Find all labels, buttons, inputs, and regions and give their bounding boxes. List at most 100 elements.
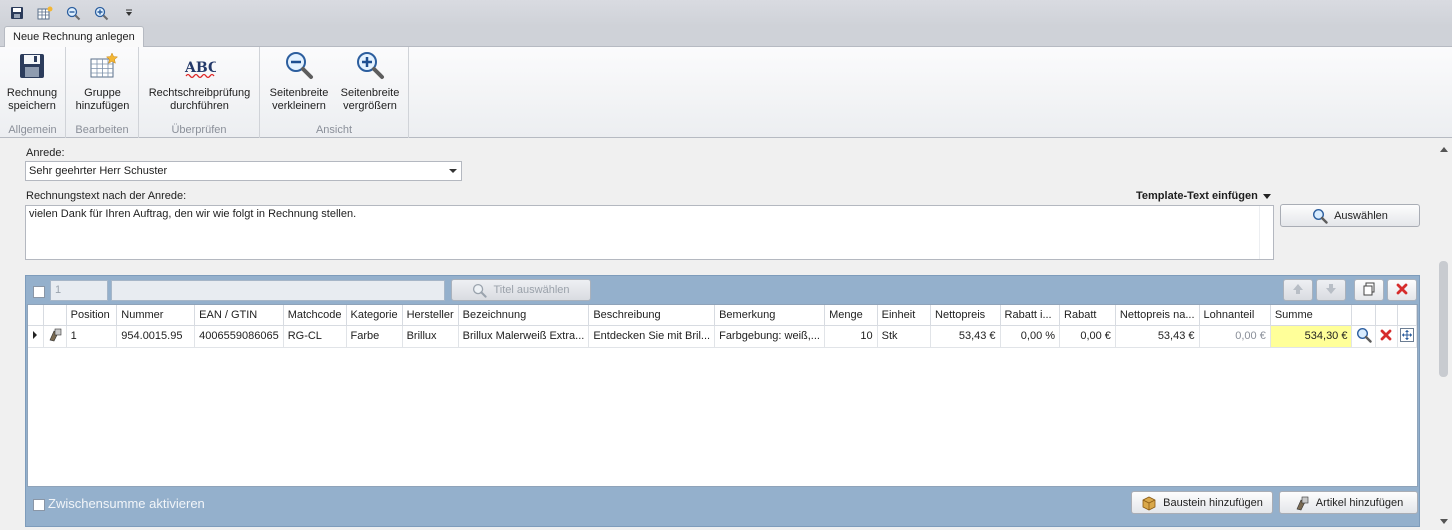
insert-template-dropdown[interactable]: Template-Text einfügen (1136, 190, 1271, 202)
cell-nummer[interactable]: 954.0015.95 (116, 325, 196, 348)
column-header[interactable]: Rabatt (1059, 305, 1116, 326)
row-delete-button[interactable] (1375, 325, 1398, 348)
cell-beschreibung[interactable]: Entdecken Sie mit Bril... (588, 325, 716, 348)
cell-kategorie[interactable]: Farbe (346, 325, 403, 348)
group-ansicht: Seitenbreite verkleinern Seitenbreite ve… (260, 47, 409, 138)
column-header[interactable]: EAN / GTIN (194, 305, 284, 326)
cell-einheit[interactable]: Stk (877, 325, 932, 348)
move-down-button[interactable] (1316, 279, 1346, 301)
column-header[interactable]: Lohnanteil (1199, 305, 1271, 326)
group-ueberpruefen: ABC Rechtschreibprüfung durchführen Über… (139, 47, 260, 138)
delete-icon (1379, 329, 1393, 345)
column-header[interactable]: Nettopreis (930, 305, 1001, 326)
svg-text:ABC: ABC (184, 60, 216, 76)
ribbon: Rechnung speichern Allgemein Gruppe hinz… (0, 47, 1452, 138)
column-header[interactable]: Nummer (116, 305, 196, 326)
column-header[interactable]: Rabatt i... (1000, 305, 1061, 326)
quick-access-toolbar (0, 0, 1452, 26)
tab-neue-rechnung[interactable]: Neue Rechnung anlegen (4, 26, 144, 48)
page-scrollbar[interactable] (1436, 139, 1452, 530)
header-indicator (28, 305, 44, 326)
cell-menge[interactable]: 10 (824, 325, 878, 348)
chevron-down-icon (449, 169, 457, 173)
zoom-out-icon[interactable] (62, 3, 84, 23)
table-row[interactable]: 1 954.0015.95 4006559086065 RG-CL Farbe … (28, 325, 1417, 348)
textarea-scrollbar[interactable] (1259, 206, 1273, 259)
grid-header-row: Position Nummer EAN / GTIN Matchcode Kat… (28, 305, 1417, 326)
scroll-thumb[interactable] (1439, 261, 1448, 377)
copy-button[interactable] (1354, 279, 1384, 301)
scroll-down-icon[interactable] (1440, 519, 1448, 524)
title-input[interactable] (111, 280, 445, 301)
spellcheck-button[interactable]: ABC Rechtschreibprüfung durchführen (143, 51, 256, 113)
select-button[interactable]: Auswählen (1280, 204, 1420, 227)
row-search-button[interactable] (1351, 325, 1376, 348)
column-header[interactable]: Einheit (877, 305, 932, 326)
column-header[interactable]: Matchcode (283, 305, 347, 326)
row-move-button[interactable] (1397, 325, 1417, 348)
zoom-in-icon[interactable] (90, 3, 112, 23)
article-panel: 1 Titel auswählen Position Nummer EAN / … (25, 275, 1420, 527)
article-type-icon (43, 325, 67, 348)
group-allgemein: Rechnung speichern Allgemein (0, 47, 66, 138)
cell-nettopreis[interactable]: 53,43 € (930, 325, 1001, 348)
delete-all-button[interactable] (1387, 279, 1417, 301)
add-group-button[interactable]: Gruppe hinzufügen (71, 51, 134, 113)
cell-bemerkung[interactable]: Farbgebung: weiß,... (714, 325, 826, 348)
page-width-shrink-button[interactable]: Seitenbreite verkleinern (265, 51, 333, 113)
add-article-button[interactable]: Artikel hinzufügen (1279, 491, 1418, 514)
cell-bezeichnung[interactable]: Brillux Malerweiß Extra... (458, 325, 590, 348)
salutation-combobox[interactable]: Sehr geehrter Herr Schuster (25, 161, 462, 181)
customize-dropdown-icon[interactable] (118, 3, 140, 23)
column-header[interactable]: Hersteller (402, 305, 459, 326)
arrow-up-icon (1291, 282, 1305, 299)
cell-rabatt[interactable]: 0,00 € (1059, 325, 1116, 348)
move-up-button[interactable] (1283, 279, 1313, 301)
cell-lohnanteil[interactable]: 0,00 € (1199, 325, 1271, 348)
zoom-out-icon (284, 50, 314, 84)
spellcheck-icon: ABC (184, 58, 219, 84)
select-title-button[interactable]: Titel auswählen (451, 279, 591, 301)
column-header[interactable]: Position (66, 305, 118, 326)
floppy-disk-icon (18, 52, 46, 84)
group-label: Allgemein (8, 124, 57, 136)
column-header[interactable]: Bezeichnung (458, 305, 590, 326)
cell-nettopreis-nach[interactable]: 53,43 € (1115, 325, 1200, 348)
search-icon (1312, 208, 1328, 224)
row-indicator-icon (28, 325, 44, 348)
subtotal-label: Zwischensumme aktivieren (48, 496, 205, 511)
column-header[interactable]: Menge (824, 305, 878, 326)
column-header[interactable]: Bemerkung (714, 305, 826, 326)
group-label: Ansicht (315, 124, 353, 136)
invoice-form: Anrede: Sehr geehrter Herr Schuster Rech… (0, 139, 1436, 530)
scroll-up-icon[interactable] (1440, 147, 1448, 152)
group-bearbeiten: Gruppe hinzufügen Bearbeiten (66, 47, 139, 138)
cell-ean[interactable]: 4006559086065 (194, 325, 284, 348)
add-block-button[interactable]: Baustein hinzufügen (1131, 491, 1273, 514)
cell-rabatt-prozent[interactable]: 0,00 % (1000, 325, 1061, 348)
select-all-checkbox[interactable] (33, 286, 45, 298)
copy-icon (1362, 282, 1376, 299)
arrow-down-icon (1324, 282, 1338, 299)
subtotal-checkbox[interactable] (33, 499, 45, 511)
column-header[interactable]: Nettopreis na... (1115, 305, 1200, 326)
invoice-text-input[interactable]: vielen Dank für Ihren Auftrag, den wir w… (25, 205, 1274, 260)
column-header[interactable]: Kategorie (346, 305, 403, 326)
save-invoice-button[interactable]: Rechnung speichern (3, 51, 61, 113)
add-group-icon[interactable] (34, 3, 56, 23)
header-spacer (1397, 305, 1417, 326)
column-header[interactable]: Summe (1270, 305, 1353, 326)
article-tools-icon (1294, 495, 1310, 511)
cell-hersteller[interactable]: Brillux (402, 325, 459, 348)
position-input[interactable]: 1 (50, 280, 108, 301)
cell-position[interactable]: 1 (66, 325, 118, 348)
page-width-enlarge-button[interactable]: Seitenbreite vergrößern (336, 51, 404, 113)
article-grid: Position Nummer EAN / GTIN Matchcode Kat… (27, 304, 1418, 487)
header-spacer (1351, 305, 1376, 326)
column-header[interactable]: Beschreibung (588, 305, 716, 326)
cell-matchcode[interactable]: RG-CL (283, 325, 347, 348)
salutation-label: Anrede: (26, 147, 65, 159)
group-label: Bearbeiten (75, 124, 129, 136)
cell-summe[interactable]: 534,30 € (1270, 325, 1353, 348)
save-icon[interactable] (6, 3, 28, 23)
